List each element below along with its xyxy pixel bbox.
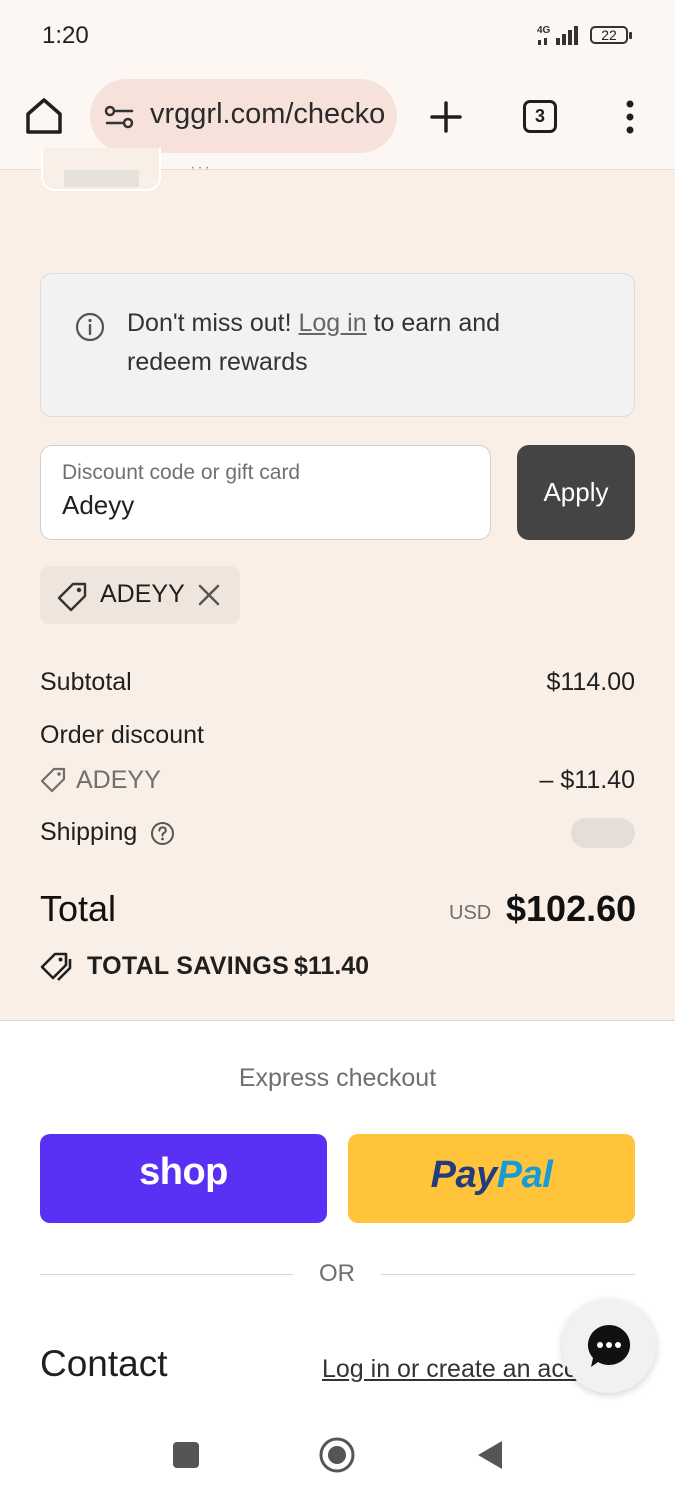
url-text[interactable]: vrggrl.com/checkout	[150, 98, 384, 131]
paypal-logo-pal: Pal	[496, 1154, 553, 1196]
subtotal-value: $114.00	[546, 668, 635, 696]
tag-icon	[56, 581, 88, 613]
back-button[interactable]	[476, 1439, 504, 1471]
discount-amount: – $11.40	[539, 766, 635, 794]
subtotal-label: Subtotal	[40, 668, 132, 696]
apply-button[interactable]: Apply	[517, 445, 635, 540]
order-discount-label: Order discount	[40, 721, 204, 749]
discount-field-placeholder: Discount code or gift card	[62, 461, 301, 484]
info-icon	[75, 312, 105, 342]
paypal-logo-pay: Pay	[430, 1154, 498, 1196]
savings-tag-icon	[40, 951, 74, 983]
or-separator: OR	[319, 1260, 355, 1287]
battery-tip	[629, 32, 632, 39]
status-time: 1:20	[42, 22, 89, 49]
divider-left	[40, 1274, 293, 1275]
total-label: Total	[40, 888, 117, 929]
rewards-login-link[interactable]: Log in	[299, 309, 367, 337]
divider-right	[381, 1274, 635, 1275]
home-button[interactable]	[319, 1437, 355, 1473]
login-or-create-account-link[interactable]: Log in or create an acc	[322, 1355, 580, 1384]
shop-logo[interactable]: shop	[40, 1151, 327, 1194]
chat-icon[interactable]	[585, 1322, 633, 1370]
battery-icon: 22	[590, 26, 628, 44]
contact-heading: Contact	[40, 1343, 168, 1384]
discount-code-name: ADEYY	[76, 766, 161, 794]
shipping-value-placeholder	[571, 818, 635, 848]
product-image	[64, 170, 139, 187]
help-icon[interactable]	[150, 821, 175, 846]
signal-icon: 4G	[536, 24, 580, 53]
home-icon[interactable]	[22, 94, 66, 138]
discount-tag-icon	[40, 767, 66, 793]
remove-code-icon[interactable]	[197, 583, 221, 607]
product-ellipsis: ···	[190, 159, 212, 176]
discount-field-value[interactable]: Adeyy	[62, 490, 134, 521]
total-value: $102.60	[506, 888, 637, 929]
rewards-message: Don't miss out! Log in to earn and redee…	[127, 304, 557, 382]
shipping-label: Shipping	[40, 818, 138, 846]
rewards-prefix: Don't miss out!	[127, 309, 299, 337]
total-savings-value: $11.40	[294, 952, 370, 980]
applied-code-label: ADEYY	[100, 580, 185, 608]
recents-button[interactable]	[173, 1442, 199, 1468]
total-currency: USD	[449, 902, 492, 924]
paypal-logo[interactable]: PayPal	[348, 1154, 635, 1197]
site-settings-icon[interactable]	[104, 104, 136, 130]
network-type: 4G	[537, 25, 551, 36]
tab-switcher-button[interactable]: 3	[523, 100, 557, 133]
more-menu-icon[interactable]	[620, 99, 640, 135]
express-checkout-title: Express checkout	[238, 1064, 437, 1092]
total-savings-label: TOTAL SAVINGS	[87, 952, 290, 980]
new-tab-icon[interactable]	[428, 99, 464, 135]
